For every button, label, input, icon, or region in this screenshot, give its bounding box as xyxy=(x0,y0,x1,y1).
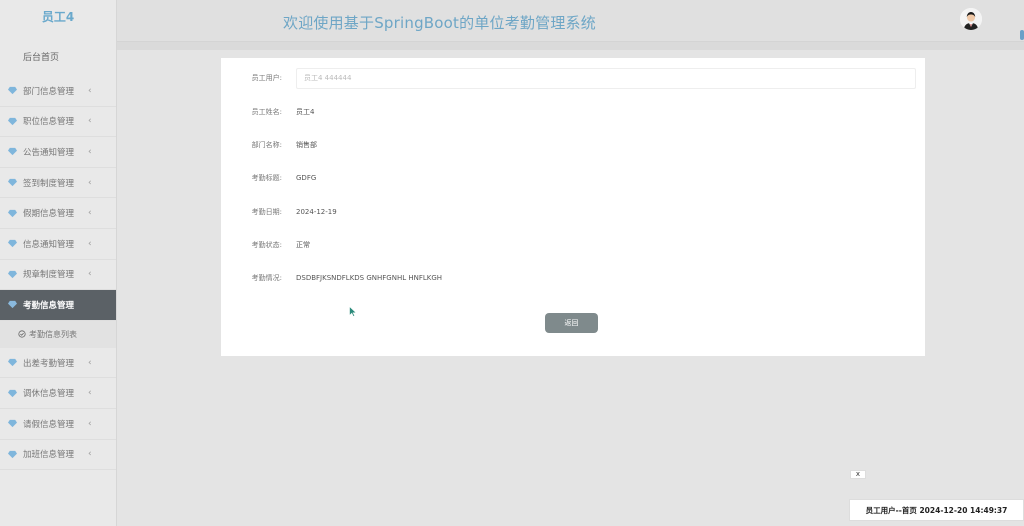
attendance-title-label: 考勤标题: xyxy=(251,174,282,182)
chevron-left-icon: ‹ xyxy=(88,85,92,96)
sidebar-item-business-trip[interactable]: 出差考勤管理 ‹ xyxy=(0,348,116,379)
sidebar-item-leave[interactable]: 请假信息管理 ‹ xyxy=(0,409,116,440)
sidebar-item-label: 规章制度管理 xyxy=(23,270,75,281)
sidebar-item-signin[interactable]: 签到制度管理 ‹ xyxy=(0,168,116,199)
diamond-icon xyxy=(8,117,17,125)
form-row-employee-name: 员工姓名: 员工4 xyxy=(221,102,925,122)
employee-user-label: 员工用户: xyxy=(251,74,282,82)
header-strip xyxy=(117,42,1024,50)
user-avatar-icon xyxy=(960,8,982,30)
sidebar-item-attendance[interactable]: 考勤信息管理 xyxy=(0,290,116,321)
sidebar-item-label: 假期信息管理 xyxy=(23,209,75,220)
sidebar-item-overtime[interactable]: 加班信息管理 ‹ xyxy=(0,440,116,471)
header-edge-marker xyxy=(1020,30,1024,40)
diamond-icon xyxy=(8,209,17,217)
sidebar-item-label: 调休信息管理 xyxy=(23,389,75,400)
sidebar-item-home[interactable]: 后台首页 xyxy=(0,36,116,76)
close-button[interactable]: x xyxy=(850,470,866,479)
sidebar-item-position[interactable]: 职位信息管理 ‹ xyxy=(0,107,116,138)
form-row-attendance-detail: 考勤情况: DSDBFJKSNDFLKDS GNHFGNHL HNFLKGH xyxy=(221,268,925,288)
department-value: 销售部 xyxy=(296,141,317,149)
form-row-department: 部门名称: 销售部 xyxy=(221,135,925,155)
sidebar-item-label: 职位信息管理 xyxy=(23,117,75,128)
attendance-date-value: 2024-12-19 xyxy=(296,208,337,216)
diamond-icon xyxy=(8,420,17,428)
sidebar-subitem-label: 考勤信息列表 xyxy=(29,329,77,339)
diamond-icon xyxy=(8,178,17,187)
back-button[interactable]: 返回 xyxy=(545,313,598,333)
sidebar-item-label: 出差考勤管理 xyxy=(23,358,75,369)
diamond-icon xyxy=(8,87,17,95)
employee-name-value: 员工4 xyxy=(296,108,315,116)
diamond-icon xyxy=(8,270,17,278)
sidebar-item-department[interactable]: 部门信息管理 ‹ xyxy=(0,76,116,107)
top-header: 欢迎使用基于SpringBoot的单位考勤管理系统 xyxy=(117,0,1024,42)
sidebar-item-compensatory[interactable]: 调休信息管理 ‹ xyxy=(0,378,116,409)
department-label: 部门名称: xyxy=(251,141,282,149)
chevron-left-icon: ‹ xyxy=(88,269,92,280)
chevron-left-icon: ‹ xyxy=(88,177,92,188)
attendance-detail-card: 员工用户: 员工4 444444 员工姓名: 员工4 部门名称: 销售部 考勤标… xyxy=(221,58,925,356)
attendance-status-label: 考勤状态: xyxy=(251,241,282,249)
sidebar-subitem-attendance-list[interactable]: 考勤信息列表 xyxy=(0,320,116,348)
diamond-icon xyxy=(8,240,17,248)
chevron-left-icon: ‹ xyxy=(88,418,92,429)
sidebar-item-holiday[interactable]: 假期信息管理 ‹ xyxy=(0,198,116,229)
chevron-left-icon: ‹ xyxy=(88,146,92,157)
form-row-attendance-title: 考勤标题: GDFG xyxy=(221,168,925,188)
attendance-detail-value: DSDBFJKSNDFLKDS GNHFGNHL HNFLKGH xyxy=(296,274,443,282)
avatar[interactable] xyxy=(960,8,982,30)
attendance-title-value: GDFG xyxy=(296,174,317,182)
sidebar-brand: 员工4 xyxy=(41,9,75,24)
chevron-left-icon: ‹ xyxy=(88,388,92,399)
mouse-cursor-icon xyxy=(349,306,357,317)
sidebar: 员工4 后台首页 部门信息管理 ‹ 职位信息管理 ‹ 公告通知管理 ‹ 签到制度… xyxy=(0,0,117,526)
sidebar-item-label: 考勤信息管理 xyxy=(23,300,75,311)
diamond-icon xyxy=(8,358,17,367)
employee-user-input[interactable]: 员工4 444444 xyxy=(296,67,916,89)
chevron-left-icon: ‹ xyxy=(88,238,92,249)
form-row-attendance-date: 考勤日期: 2024-12-19 xyxy=(221,202,925,222)
sidebar-item-label: 信息通知管理 xyxy=(23,239,75,250)
chevron-left-icon: ‹ xyxy=(88,116,92,127)
status-bar: 员工用户--首页 2024-12-20 14:49:37 xyxy=(849,499,1024,521)
attendance-detail-label: 考勤情况: xyxy=(251,274,282,282)
sidebar-item-label: 部门信息管理 xyxy=(23,86,75,97)
employee-name-label: 员工姓名: xyxy=(251,108,282,116)
chevron-left-icon: ‹ xyxy=(88,357,92,368)
page-title: 欢迎使用基于SpringBoot的单位考勤管理系统 xyxy=(283,14,596,32)
diamond-icon xyxy=(8,148,17,156)
chevron-left-icon: ‹ xyxy=(88,208,92,219)
check-circle-icon xyxy=(18,330,26,338)
diamond-icon xyxy=(8,301,17,309)
chevron-left-icon: ‹ xyxy=(88,449,92,460)
form-row-employee-user: 员工用户: 员工4 444444 xyxy=(221,67,925,89)
attendance-date-label: 考勤日期: xyxy=(251,208,282,216)
sidebar-item-rules[interactable]: 规章制度管理 ‹ xyxy=(0,260,116,291)
sidebar-item-label: 请假信息管理 xyxy=(23,419,75,430)
sidebar-item-info-notice[interactable]: 信息通知管理 ‹ xyxy=(0,229,116,260)
sidebar-item-notice[interactable]: 公告通知管理 ‹ xyxy=(0,137,116,168)
attendance-status-value: 正常 xyxy=(296,241,310,249)
diamond-icon xyxy=(8,389,17,397)
sidebar-item-label: 签到制度管理 xyxy=(23,178,75,189)
sidebar-item-label: 公告通知管理 xyxy=(23,147,75,158)
diamond-icon xyxy=(8,450,17,458)
form-row-attendance-status: 考勤状态: 正常 xyxy=(221,235,925,255)
sidebar-item-label: 加班信息管理 xyxy=(23,450,75,461)
